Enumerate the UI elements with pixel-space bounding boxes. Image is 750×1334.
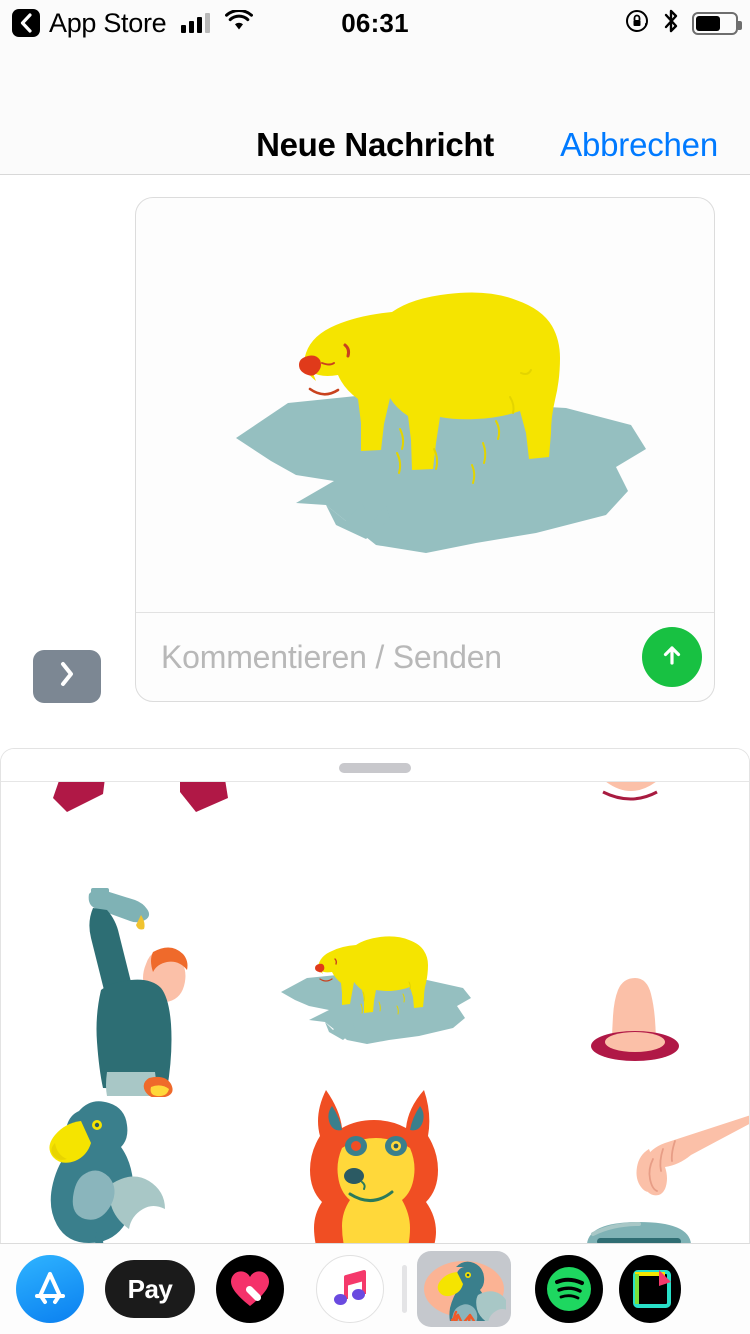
sticker-toaster-partial[interactable]	[579, 1210, 709, 1244]
status-bar-right	[624, 0, 742, 46]
sticker-preview-card[interactable]: Kommentieren / Senden	[135, 197, 715, 702]
bluetooth-icon	[662, 8, 680, 39]
sticker-person-pouring-bottle[interactable]	[63, 882, 208, 1102]
app-drawer-item-clips[interactable]	[619, 1244, 681, 1334]
sticker-red-shape-left-partial[interactable]	[31, 782, 141, 831]
app-drawer-item-dodo-sticker-pack[interactable]	[409, 1244, 519, 1334]
sticker-drawer	[0, 748, 750, 1244]
rotation-lock-icon	[624, 8, 650, 39]
apple-pay-label: Pay	[127, 1273, 173, 1304]
drawer-grabber-zone[interactable]	[1, 749, 749, 781]
sticker-polar-bear-on-ice[interactable]	[267, 930, 497, 1057]
apple-pay-icon: Pay	[105, 1260, 195, 1318]
app-store-icon	[16, 1255, 84, 1323]
cancel-button[interactable]: Abbrechen	[560, 126, 718, 164]
app-drawer-item-digital-touch[interactable]	[200, 1244, 300, 1334]
selected-app-highlight	[417, 1251, 511, 1327]
sticker-red-shape-mid-partial[interactable]	[166, 782, 276, 831]
spotify-icon	[535, 1255, 603, 1323]
app-drawer-separator	[402, 1265, 407, 1313]
navigation-bar: Neue Nachricht Abbrechen	[0, 46, 750, 175]
music-note-icon	[316, 1255, 384, 1323]
sticker-pointing-hand[interactable]	[591, 1087, 749, 1222]
app-drawer-item-music[interactable]	[300, 1244, 400, 1334]
sticker-grid	[1, 782, 749, 1244]
comment-input-row: Kommentieren / Senden	[136, 612, 714, 701]
sticker-condom[interactable]	[581, 972, 691, 1077]
drawer-divider	[1, 781, 749, 782]
clips-icon	[619, 1255, 681, 1323]
sticker-peach-curve-partial[interactable]	[593, 782, 673, 815]
preview-polar-bear-sticker	[136, 198, 714, 638]
status-bar: App Store 06:31	[0, 0, 750, 46]
app-drawer-item-app-store[interactable]	[0, 1244, 100, 1334]
chevron-right-icon	[58, 660, 76, 693]
dodo-icon	[420, 1256, 508, 1322]
expand-app-button[interactable]	[33, 650, 101, 703]
sticker-dodo-bird[interactable]	[39, 1087, 214, 1244]
comment-input[interactable]: Kommentieren / Senden	[136, 639, 642, 676]
compose-area: Kommentieren / Senden	[0, 175, 750, 750]
app-drawer-item-apple-pay[interactable]: Pay	[100, 1244, 200, 1334]
heart-icon	[216, 1255, 284, 1323]
battery-icon	[692, 11, 742, 35]
arrow-up-icon	[657, 640, 687, 675]
send-button[interactable]	[642, 627, 702, 687]
imessage-app-drawer: Pay	[0, 1243, 750, 1334]
drag-handle-icon[interactable]	[339, 763, 411, 773]
phone-screen: App Store 06:31 Neue Nachricht Abbrechen…	[0, 0, 750, 1334]
app-drawer-item-spotify[interactable]	[519, 1244, 619, 1334]
sticker-shiba-dog[interactable]	[296, 1084, 456, 1244]
